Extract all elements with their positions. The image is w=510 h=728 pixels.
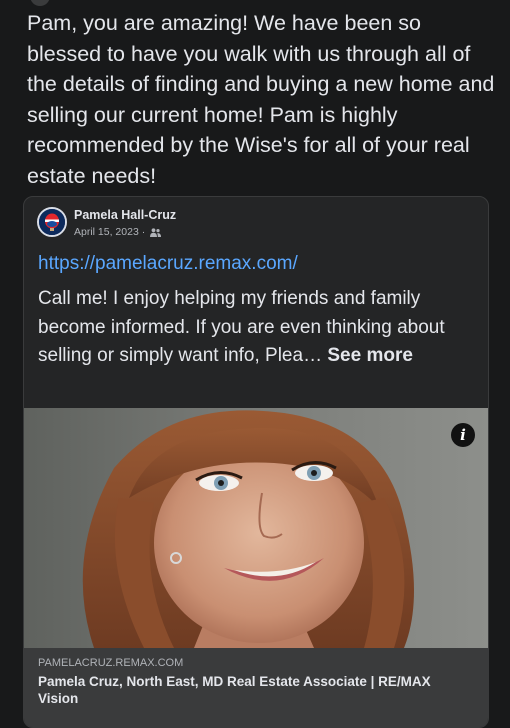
author-name[interactable]: Pamela Hall-Cruz [74,208,176,222]
info-icon[interactable]: i [451,423,475,447]
author-avatar[interactable] [37,207,67,237]
see-more-button[interactable]: See more [327,345,413,366]
link-domain: PAMELACRUZ.REMAX.COM [38,657,184,669]
previous-commenter-avatar[interactable] [30,0,50,6]
portrait-photo [24,408,488,648]
remax-balloon-logo [39,209,65,235]
friends-icon [150,228,162,237]
post-meta: April 15, 2023 · [74,226,162,238]
meta-separator: · [138,226,149,238]
post-link-url[interactable]: https://pamelacruz.remax.com/ [38,253,298,275]
post-body-text: Call me! I enjoy helping my friends and … [38,285,478,371]
shared-post-card[interactable]: Pamela Hall-Cruz April 15, 2023 · https:… [23,196,489,728]
link-title[interactable]: Pamela Cruz, North East, MD Real Estate … [38,673,458,707]
link-preview-footer[interactable]: PAMELACRUZ.REMAX.COM Pamela Cruz, North … [24,648,488,727]
review-comment-text: Pam, you are amazing! We have been so bl… [27,11,495,188]
link-preview-image[interactable] [24,408,488,648]
post-date[interactable]: April 15, 2023 [74,226,139,238]
